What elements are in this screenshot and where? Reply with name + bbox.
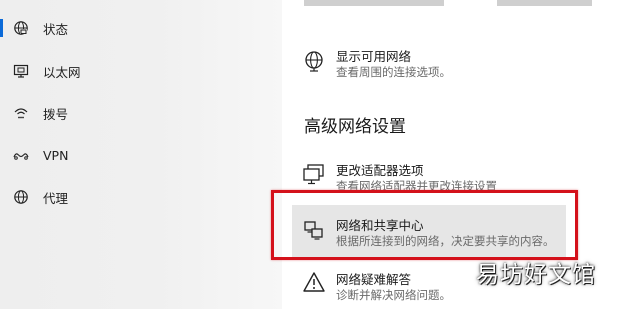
top-button-right[interactable] — [497, 0, 592, 6]
dialup-icon — [13, 105, 29, 121]
watermark-text: 易坊好文馆 — [476, 262, 596, 288]
ethernet-icon — [13, 63, 29, 79]
sidebar-item-status[interactable]: 状态 — [0, 10, 282, 46]
sidebar-item-dialup[interactable]: 拨号 — [0, 95, 282, 131]
sidebar-item-ethernet[interactable]: 以太网 — [0, 53, 282, 89]
sidebar-item-proxy[interactable]: 代理 — [0, 179, 282, 215]
show-networks-option[interactable]: 显示可用网络 查看周围的连接选项。 — [282, 40, 620, 82]
sidebar-item-label: 拨号 — [43, 106, 69, 122]
sidebar-item-label: VPN — [43, 147, 69, 163]
change-adapter-title: 更改适配器选项 — [336, 163, 424, 178]
sidebar-item-label: 代理 — [43, 190, 69, 206]
warning-triangle-icon — [302, 270, 326, 294]
adapter-monitor-icon — [302, 162, 326, 186]
highlight-annotation-box — [271, 190, 578, 260]
globe-network-icon — [302, 49, 326, 73]
sidebar-item-label: 状态 — [43, 21, 69, 37]
sidebar: 状态 以太网 拨号 VPN 代理 — [0, 0, 282, 309]
show-networks-title: 显示可用网络 — [336, 49, 412, 64]
troubleshooter-title: 网络疑难解答 — [336, 272, 412, 287]
sidebar-item-vpn[interactable]: VPN — [0, 137, 282, 173]
status-globe-icon — [13, 20, 29, 36]
show-networks-subtitle: 查看周围的连接选项。 — [336, 65, 451, 79]
change-adapter-option[interactable]: 更改适配器选项 查看网络适配器并更改连接设置 — [282, 155, 620, 195]
proxy-globe-icon — [13, 189, 29, 205]
troubleshooter-subtitle: 诊断并解决网络问题。 — [336, 288, 451, 302]
vpn-icon — [13, 147, 29, 163]
advanced-settings-heading: 高级网络设置 — [304, 117, 406, 137]
top-button-left[interactable] — [304, 0, 444, 6]
sidebar-item-label: 以太网 — [43, 64, 81, 80]
